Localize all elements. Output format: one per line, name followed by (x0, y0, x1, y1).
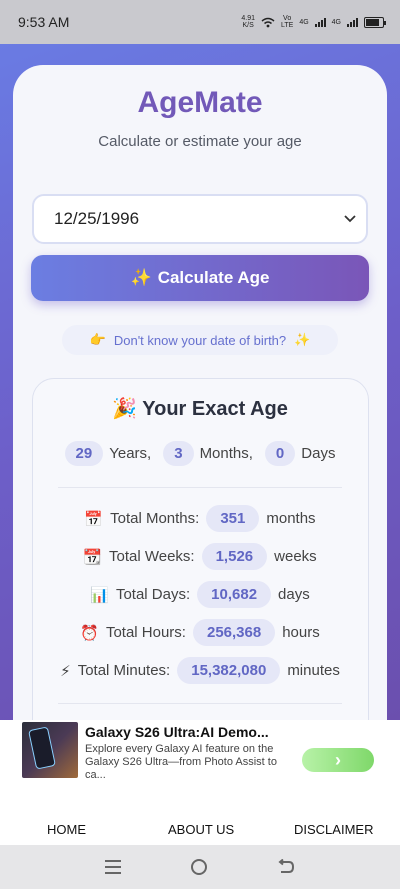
calculate-age-label: Calculate Age (157, 268, 270, 287)
date-value: 12/25/1996 (54, 209, 140, 228)
party-popper-icon: 🎉 (112, 398, 138, 420)
results-title: 🎉 Your Exact Age (112, 398, 288, 420)
years-label: Years, (109, 445, 152, 462)
signal-icon-2 (347, 17, 358, 27)
stat-label: Total Weeks: (109, 548, 195, 565)
back-icon[interactable] (277, 859, 295, 875)
chevron-right-icon: › (335, 749, 341, 770)
divider (58, 703, 342, 704)
ad-cta-button[interactable]: › (302, 748, 374, 772)
unknown-dob-label: Don't know your date of birth? (113, 332, 287, 348)
months-value: 3 (163, 441, 194, 466)
stat-unit: minutes (287, 662, 340, 679)
stat-label: Total Minutes: (77, 662, 171, 679)
stat-value: 15,382,080 (177, 657, 281, 684)
volte-label: Vo LTE (280, 15, 294, 29)
date-of-birth-input[interactable]: 12/25/1996 (32, 194, 368, 244)
days-label: Days (301, 445, 336, 462)
stat-row-total-weeks: 📆 Total Weeks: 1,526 weeks (0, 543, 400, 570)
footer-link-disclaimer[interactable]: DISCLAIMER (294, 822, 373, 837)
chevron-down-icon (344, 215, 356, 223)
wifi-icon (261, 17, 275, 27)
signal-icon (314, 17, 326, 27)
phone-icon (28, 726, 56, 770)
system-nav-bar (0, 845, 400, 889)
network-speed: 4.91 K/S (241, 15, 255, 29)
stat-value: 10,682 (197, 581, 272, 608)
stat-row-total-days: 📊 Total Days: 10,682 days (0, 581, 400, 608)
sparkles-icon: ✨ (130, 268, 152, 287)
ad-title[interactable]: Galaxy S26 Ultra:AI Demo... (85, 724, 269, 740)
network-type-2: 4G (331, 18, 341, 26)
stat-label: Total Days: (115, 586, 191, 603)
stat-row-total-minutes: ⚡ Total Minutes: 15,382,080 minutes (0, 657, 400, 684)
lightning-icon: ⚡ (60, 662, 71, 680)
alarm-clock-icon: ⏰ (80, 624, 99, 642)
app-subtitle: Calculate or estimate your age (98, 133, 302, 150)
calendar-icon: 📅 (84, 510, 104, 528)
months-label: Months, (199, 445, 253, 462)
home-icon[interactable] (191, 859, 207, 875)
bar-chart-icon: 📊 (90, 586, 109, 604)
pointing-hand-icon: 👉 (89, 332, 106, 347)
footer-link-about[interactable]: ABOUT US (168, 822, 234, 837)
status-bar: 9:53 AM 4.91 K/S Vo LTE 4G 4G (0, 0, 400, 44)
years-value: 29 (64, 441, 104, 466)
stat-row-total-hours: ⏰ Total Hours: 256,368 hours (0, 619, 400, 646)
stat-label: Total Hours: (105, 624, 186, 641)
stat-unit: days (278, 586, 310, 603)
stat-row-total-months: 📅 Total Months: 351 months (0, 505, 400, 532)
stat-value: 256,368 (192, 619, 276, 646)
sparkles-icon: ✨ (294, 332, 311, 347)
stat-unit: hours (282, 624, 320, 641)
divider (58, 487, 342, 488)
stat-value: 1,526 (201, 543, 268, 570)
battery-icon (364, 16, 386, 28)
ad-image[interactable] (22, 722, 78, 778)
stat-unit: months (266, 510, 316, 527)
tear-off-calendar-icon: 📆 (83, 548, 102, 566)
days-value: 0 (264, 441, 296, 466)
network-type-1: 4G (299, 18, 309, 26)
ad-description[interactable]: Explore every Galaxy AI feature on the G… (85, 743, 300, 782)
status-time: 9:53 AM (18, 14, 70, 30)
stat-unit: weeks (274, 548, 317, 565)
status-icons: 4.91 K/S Vo LTE 4G 4G (241, 15, 386, 29)
footer-link-home[interactable]: HOME (47, 822, 86, 837)
stat-value: 351 (206, 505, 260, 532)
exact-age-row: 29 Years, 3 Months, 0 Days (0, 441, 400, 466)
unknown-dob-link[interactable]: 👉 Don't know your date of birth? ✨ (62, 325, 338, 355)
calculate-age-button[interactable]: ✨ Calculate Age (31, 255, 369, 301)
stat-label: Total Months: (110, 510, 200, 527)
app-title: AgeMate (137, 86, 263, 119)
recent-apps-icon[interactable] (105, 860, 121, 874)
